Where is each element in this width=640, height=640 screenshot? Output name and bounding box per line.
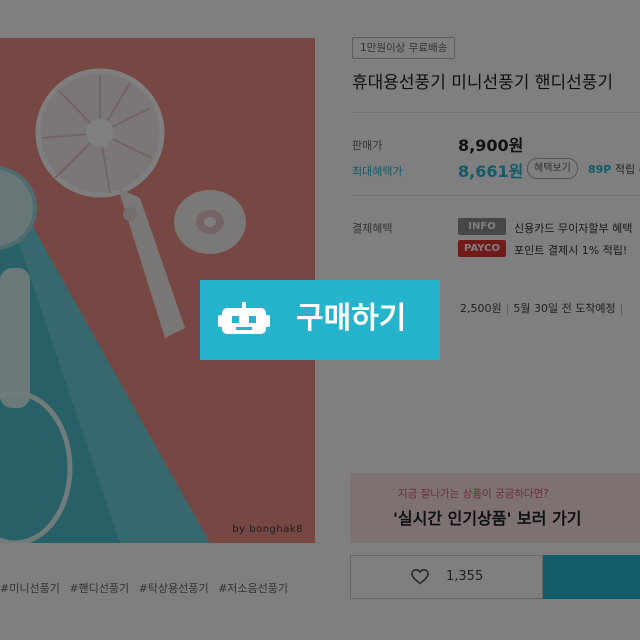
buy-cta-label: 구매하기	[296, 301, 407, 336]
buy-cta-button[interactable]: 구매하기	[200, 280, 440, 360]
robot-icon	[218, 302, 270, 334]
